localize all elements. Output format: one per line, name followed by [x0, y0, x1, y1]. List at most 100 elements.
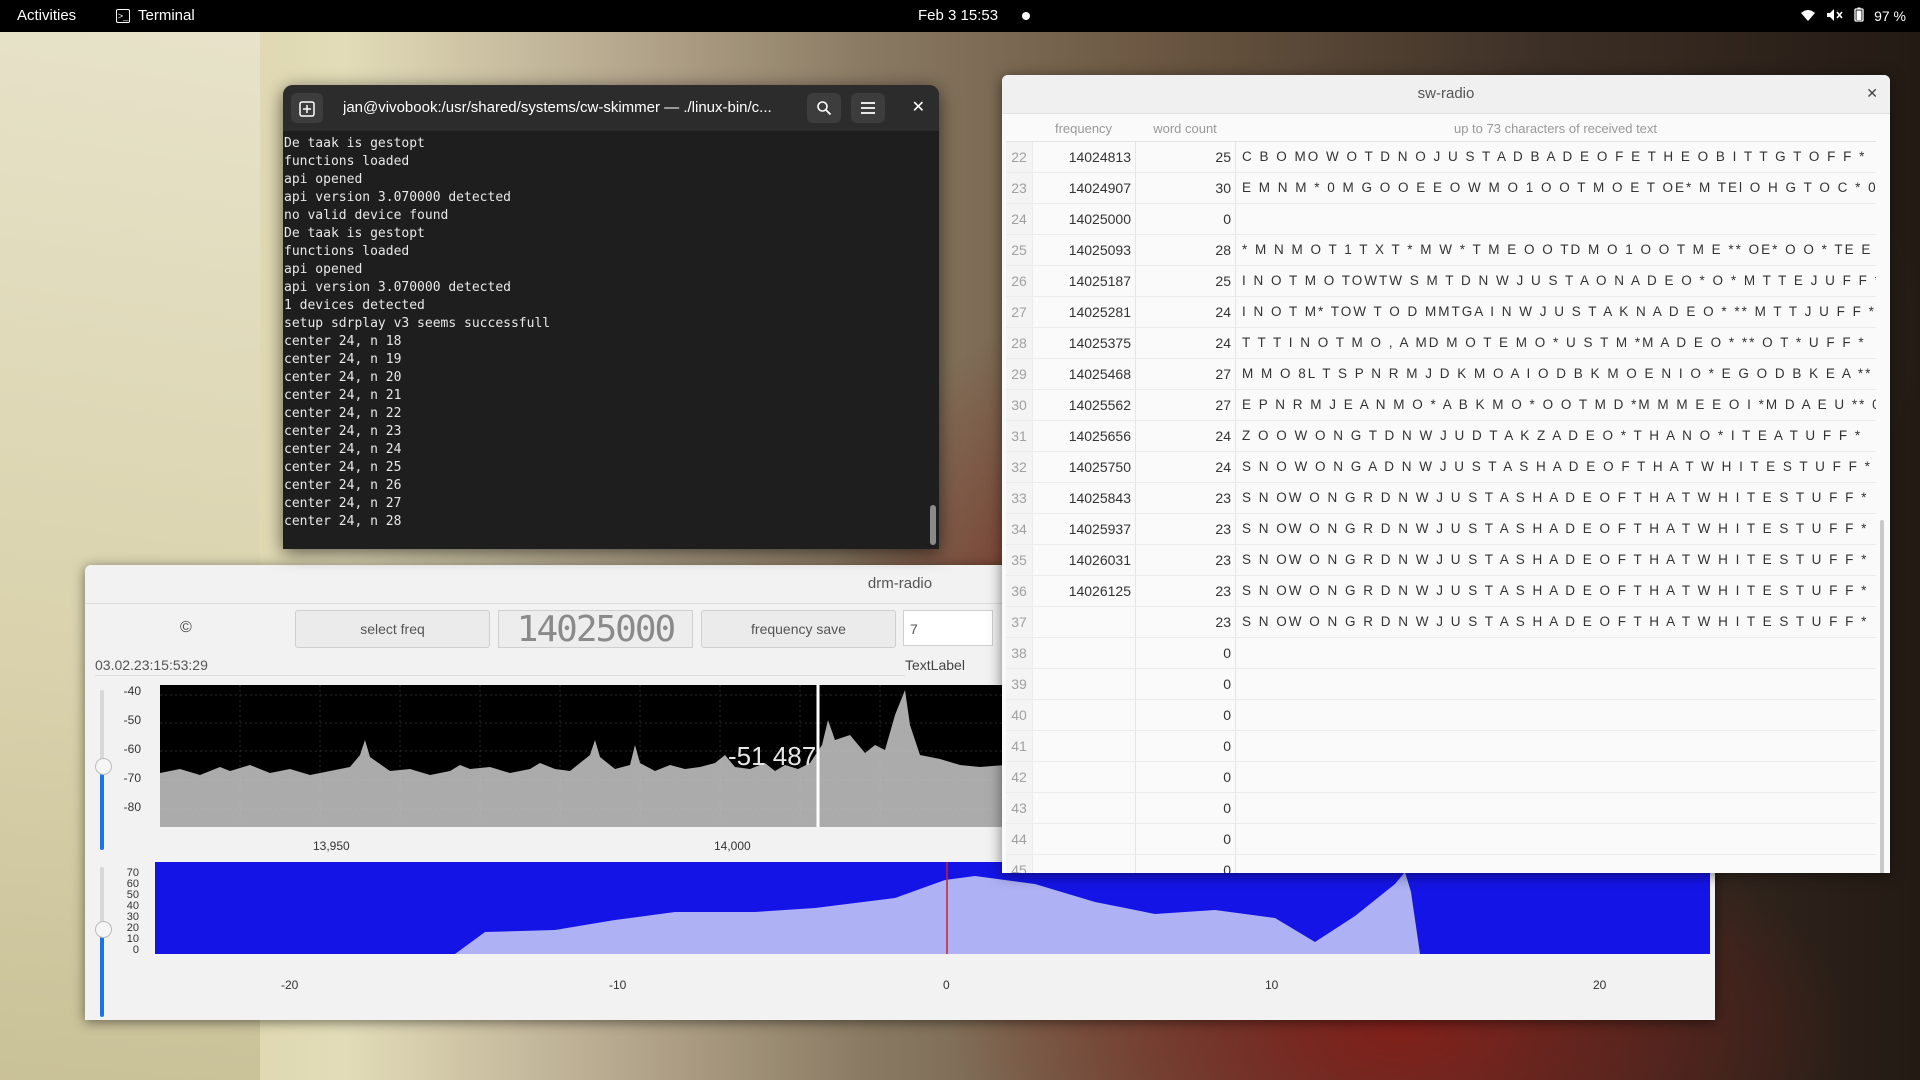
copyright-label[interactable]: ©	[180, 619, 192, 637]
text-cell	[1236, 731, 1876, 761]
spectrum-gain-handle[interactable]	[95, 758, 112, 775]
row-number: 35	[1006, 545, 1033, 575]
word-count-cell: 24	[1136, 328, 1236, 358]
word-count-cell: 24	[1136, 452, 1236, 482]
word-count-cell: 0	[1136, 731, 1236, 761]
terminal-line: center 24, n 22	[284, 406, 402, 421]
app-menu[interactable]: >_ Terminal	[116, 7, 195, 24]
column-header-word-count[interactable]: word count	[1135, 117, 1235, 141]
waterfall-plot[interactable]	[155, 862, 1710, 954]
word-count-cell: 23	[1136, 545, 1236, 575]
table-row[interactable]: 30 14025562 27 E P N R M J E A N M O * A B …	[1006, 390, 1876, 421]
text-cell: T T T I N O T M O , A MD M O T E M O * U…	[1242, 335, 1866, 350]
frequency-cell: 14025000	[1033, 204, 1136, 234]
table-row[interactable]: 32 14025750 24 S N O W O N G A D N W J U S …	[1006, 452, 1876, 483]
text-cell	[1236, 824, 1876, 854]
column-header-text[interactable]: up to 73 characters of received text	[1235, 117, 1876, 141]
table-row[interactable]: 44 0	[1006, 824, 1876, 855]
terminal-line: no valid device found	[284, 208, 449, 223]
status-area[interactable]: 97 %	[1800, 7, 1906, 25]
terminal-line: center 24, n 27	[284, 496, 402, 511]
terminal-line: center 24, n 18	[284, 334, 402, 349]
row-number: 26	[1006, 266, 1033, 296]
table-row[interactable]: 41 0	[1006, 731, 1876, 762]
frequency-cell	[1033, 669, 1136, 699]
table-scrollbar[interactable]	[1880, 520, 1884, 873]
row-number: 25	[1006, 235, 1033, 265]
search-button[interactable]	[807, 93, 841, 123]
table-row[interactable]: 31 14025656 24 Z O O W O N G T D N W J U D …	[1006, 421, 1876, 452]
frequency-cell	[1033, 638, 1136, 668]
row-number: 22	[1006, 142, 1033, 172]
row-number: 33	[1006, 483, 1033, 513]
x-tick: 0	[943, 978, 950, 992]
table-row[interactable]: 33 14025843 23 S N OW O N G R D N W J U S T…	[1006, 483, 1876, 514]
text-cell: E M N M * 0 M G O O E E O W M O 1 O O T …	[1242, 180, 1876, 195]
spectrum-plot[interactable]: -51 487	[160, 685, 1005, 827]
frequency-save-button[interactable]: frequency save	[701, 610, 896, 648]
table-row[interactable]: 29 14025468 27 M M O 8L T S P N R M J D K M…	[1006, 359, 1876, 390]
menu-button[interactable]	[851, 93, 885, 123]
table-row[interactable]: 37 23 S N OW O N G R D N W J U S T A S H A…	[1006, 607, 1876, 638]
top-bar: Activities >_ Terminal Feb 3 15:53 97 %	[0, 0, 1920, 32]
word-count-cell: 23	[1136, 483, 1236, 513]
text-cell	[1236, 762, 1876, 792]
text-cell: C B O MO W O T D N O J U S T A D B A D E…	[1242, 149, 1867, 164]
row-number: 29	[1006, 359, 1033, 389]
text-cell: E P N R M J E A N M O * A B K M O * O O …	[1242, 397, 1876, 412]
column-header-frequency[interactable]: frequency	[1032, 117, 1135, 141]
search-icon	[817, 100, 832, 115]
table-row[interactable]: 38 0	[1006, 638, 1876, 669]
terminal-scrollbar[interactable]	[930, 505, 936, 545]
table-row[interactable]: 27 14025281 24 I N O T M* TOW T O D MMTGA I…	[1006, 297, 1876, 328]
row-number: 40	[1006, 700, 1033, 730]
table-row[interactable]: 43 0	[1006, 793, 1876, 824]
table-row[interactable]: 34 14025937 23 S N OW O N G R D N W J U S T…	[1006, 514, 1876, 545]
activities-button[interactable]: Activities	[17, 7, 76, 24]
table-row[interactable]: 40 0	[1006, 700, 1876, 731]
table-row[interactable]: 35 14026031 23 S N OW O N G R D N W J U S T…	[1006, 545, 1876, 576]
spin-box[interactable]: 7	[903, 610, 993, 646]
terminal-output[interactable]: De taak is gestopt functions loaded api op…	[283, 131, 939, 531]
table-row[interactable]: 23 14024907 30 E M N M * 0 M G O O E E O W …	[1006, 173, 1876, 204]
table-row[interactable]: 26 14025187 25 I N O T M O TOWTW S M T D N …	[1006, 266, 1876, 297]
y-tick: -80	[123, 800, 141, 814]
table-row[interactable]: 36 14026125 23 S N OW O N G R D N W J U S T…	[1006, 576, 1876, 607]
frequency-cell	[1033, 607, 1136, 637]
waterfall-gain-handle[interactable]	[95, 921, 112, 938]
new-tab-button[interactable]	[291, 93, 323, 123]
text-cell	[1236, 669, 1876, 699]
terminal-icon: >_	[116, 8, 130, 23]
table-row[interactable]: 39 0	[1006, 669, 1876, 700]
table-row[interactable]: 25 14025093 28 * M N M O T 1 T X T * M W * …	[1006, 235, 1876, 266]
table-row[interactable]: 24 14025000 0	[1006, 204, 1876, 235]
close-icon[interactable]: ✕	[1866, 85, 1878, 102]
window-title[interactable]: sw-radio	[1002, 75, 1890, 114]
frequency-cell	[1033, 731, 1136, 761]
word-count-cell: 0	[1136, 638, 1236, 668]
text-cell: S N OW O N G R D N W J U S T A S H A D E…	[1242, 490, 1869, 505]
row-number: 32	[1006, 452, 1033, 482]
frequency-cell	[1033, 793, 1136, 823]
table-row[interactable]: 22 14024813 25 C B O MO W O T D N O J U S T…	[1006, 142, 1876, 173]
select-freq-button[interactable]: select freq	[295, 610, 490, 648]
terminal-line: api version 3.070000 detected	[284, 190, 511, 205]
word-count-cell: 0	[1136, 855, 1236, 873]
row-number: 41	[1006, 731, 1033, 761]
terminal-line: functions loaded	[284, 154, 410, 169]
table-row[interactable]: 42 0	[1006, 762, 1876, 793]
word-count-cell: 0	[1136, 700, 1236, 730]
frequency-cell: 14025843	[1033, 483, 1136, 513]
terminal-line: setup sdrplay v3 seems successfull	[284, 316, 551, 331]
waterfall-gain-slider[interactable]	[100, 867, 104, 1017]
clock[interactable]: Feb 3 15:53	[918, 7, 998, 24]
sw-radio-window: sw-radio ✕ frequency word count up to 73…	[1002, 75, 1890, 873]
table-row[interactable]: 45 0	[1006, 855, 1876, 873]
y-tick: 0	[132, 944, 139, 956]
terminal-header[interactable]: jan@vivobook:/usr/shared/systems/cw-skim…	[283, 85, 939, 131]
word-count-cell: 0	[1136, 669, 1236, 699]
text-cell: S N OW O N G R D N W J U S T A S H A D E…	[1242, 614, 1869, 629]
close-icon[interactable]: ✕	[912, 97, 925, 117]
table-row[interactable]: 28 14025375 24 T T T I N O T M O , A MD M O…	[1006, 328, 1876, 359]
frequency-cell: 14025187	[1033, 266, 1136, 296]
